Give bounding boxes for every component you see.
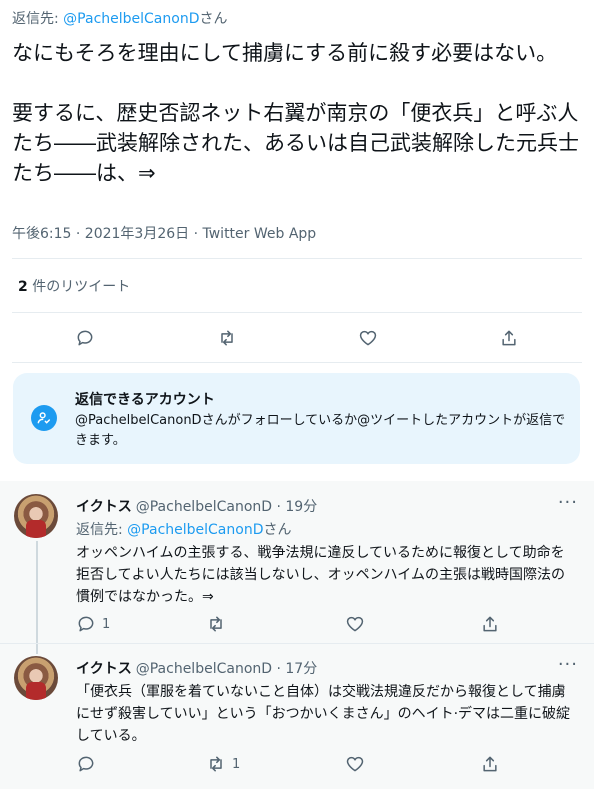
notice-title: 返信できるアカウント xyxy=(75,392,215,408)
retweet-icon xyxy=(221,330,233,346)
tweet-timestamp[interactable]: 午後6:15 · 2021年3月26日 · Twitter Web App xyxy=(12,223,316,243)
reply-icon xyxy=(78,616,94,632)
main-tweet-text: なにもそろを理由にして捕虜にする前に殺す必要はない。 要するに、歴史否認ネット右… xyxy=(12,41,579,185)
avatar[interactable] xyxy=(14,494,58,538)
author-handle-time: @PachelbelCanonD · 19分 xyxy=(135,499,318,515)
reply-button[interactable] xyxy=(75,326,95,350)
retweet-button[interactable] xyxy=(217,326,237,350)
share-icon xyxy=(483,756,497,772)
author-name: イクトス xyxy=(76,499,132,515)
like-button[interactable] xyxy=(345,752,365,776)
reply-actions: 1 xyxy=(0,752,594,776)
retweet-count: 1 xyxy=(232,756,241,772)
reply-text: 「便衣兵（軍服を着ていないこと自体）は交戦法規違反だから報復として捕虜にせず殺害… xyxy=(76,684,571,744)
reply-icon xyxy=(78,756,94,772)
reply-to-prefix: 返信先: xyxy=(12,11,64,27)
reply-tweet[interactable]: イクトス @PachelbelCanonD · 17分 ··· 「便衣兵（軍服を着… xyxy=(0,644,594,789)
divider xyxy=(12,362,582,363)
share-button[interactable] xyxy=(480,612,500,636)
notice-body: @PachelbelCanonDさんがフォローしているか@ツイートしたアカウント… xyxy=(75,413,566,448)
like-button[interactable] xyxy=(345,612,365,636)
retweet-icon xyxy=(210,756,222,772)
reply-text: オッペンハイムの主張する、戦争法規に違反しているために報復として助命を拒否してよ… xyxy=(76,545,566,605)
more-icon[interactable]: ··· xyxy=(558,492,578,513)
reply-to-prefix: 返信先: xyxy=(76,522,128,538)
heart-icon xyxy=(346,616,364,632)
share-button[interactable] xyxy=(499,326,519,350)
reply-actions: 1 xyxy=(0,612,594,636)
reply-button[interactable] xyxy=(76,752,102,776)
divider xyxy=(12,258,582,259)
reply-to-handle-link[interactable]: @PachelbelCanonD xyxy=(63,11,199,27)
retweet-button[interactable]: 1 xyxy=(206,752,240,776)
reply-to-line: 返信先: @PachelbelCanonDさん xyxy=(12,8,227,28)
retweet-button[interactable] xyxy=(206,612,232,636)
retweet-count-label: 件のリツイート xyxy=(27,279,131,295)
heart-icon xyxy=(346,756,364,772)
like-button[interactable] xyxy=(358,326,378,350)
reply-icon xyxy=(77,330,93,346)
heart-icon xyxy=(359,330,377,346)
retweet-icon xyxy=(210,616,222,632)
share-icon xyxy=(502,330,516,346)
user-check-icon xyxy=(31,405,57,431)
reply-to-suffix: さん xyxy=(263,522,292,538)
author-handle-time: @PachelbelCanonD · 17分 xyxy=(135,661,318,677)
share-icon xyxy=(483,616,497,632)
avatar[interactable] xyxy=(14,656,58,700)
divider xyxy=(12,312,582,313)
reply-button[interactable]: 1 xyxy=(76,612,110,636)
main-tweet-actions xyxy=(0,326,594,350)
reply-count: 1 xyxy=(102,616,111,632)
more-icon[interactable]: ··· xyxy=(558,654,578,675)
reply-to-handle-link[interactable]: @PachelbelCanonD xyxy=(127,522,263,538)
share-button[interactable] xyxy=(480,752,500,776)
reply-tweet[interactable]: イクトス @PachelbelCanonD · 19分 ··· 返信先: @Pac… xyxy=(0,481,594,643)
reply-to-suffix: さん xyxy=(199,11,228,27)
reply-restriction-notice: 返信できるアカウント @PachelbelCanonDさんがフォローしているか@… xyxy=(13,373,580,464)
retweet-count-number: 2 xyxy=(18,279,28,295)
author-name: イクトス xyxy=(76,661,132,677)
reply-to-line: 返信先: @PachelbelCanonDさん xyxy=(76,519,291,539)
thread-connector xyxy=(36,644,38,654)
reply-author[interactable]: イクトス @PachelbelCanonD · 17分 xyxy=(76,658,317,678)
retweet-count-link[interactable]: 2 件のリツイート xyxy=(18,276,130,296)
reply-author[interactable]: イクトス @PachelbelCanonD · 19分 xyxy=(76,496,317,516)
